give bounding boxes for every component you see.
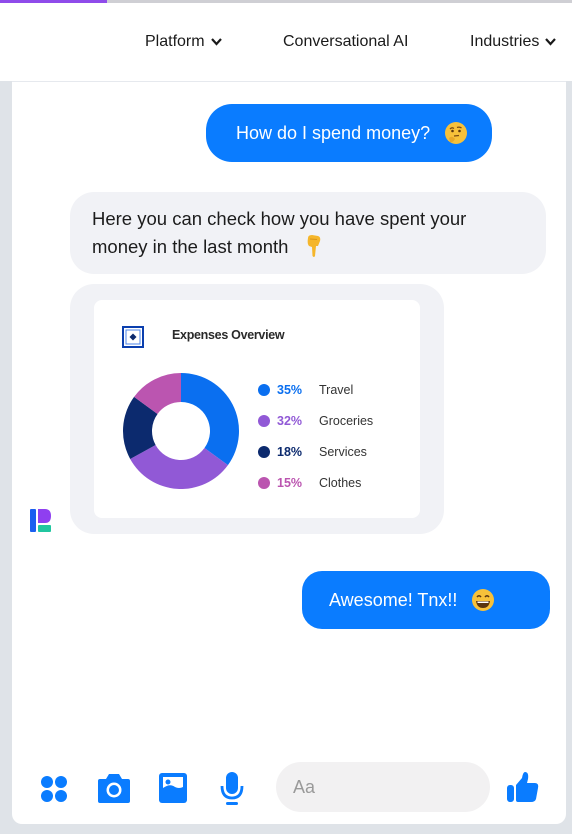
legend-item-travel: 35% Travel	[258, 374, 373, 405]
nav-item-label: Industries	[470, 33, 540, 50]
top-navigation: Platform Conversational AI Industries	[0, 3, 572, 81]
legend-label: Groceries	[319, 413, 374, 428]
donut-chart	[123, 373, 239, 489]
image-icon[interactable]	[158, 772, 188, 804]
square-dot-icon	[122, 326, 144, 348]
legend-percent: 15%	[277, 475, 303, 490]
grinning-face-emoji-icon	[472, 589, 495, 611]
legend-percent: 35%	[277, 382, 303, 397]
legend-dot	[258, 476, 270, 489]
legend-dot	[258, 383, 270, 396]
pointing-down-emoji-icon	[307, 235, 320, 257]
bot-logo-avatar-icon	[30, 509, 51, 532]
user-message: Awesome! Tnx!!	[302, 571, 550, 629]
legend-label: Travel	[319, 382, 354, 397]
legend-item-services: 18% Services	[258, 436, 373, 467]
microphone-icon[interactable]	[219, 771, 245, 807]
nav-item-industries[interactable]: Industries	[470, 33, 557, 51]
legend-percent: 18%	[277, 444, 303, 459]
bot-message: Here you can check how you have spent yo…	[70, 192, 546, 274]
expenses-overview-card: Expenses Overview 35% Travel 32% Groceries 1…	[94, 300, 420, 518]
camera-icon[interactable]	[97, 772, 131, 804]
chevron-down-icon	[545, 38, 557, 46]
message-input[interactable]	[276, 762, 490, 812]
legend-percent: 32%	[277, 413, 303, 428]
message-text: Awesome! Tnx!!	[329, 589, 458, 610]
thumbs-up-icon[interactable]	[506, 770, 540, 804]
apps-icon[interactable]	[39, 774, 69, 804]
nav-item-conversational-ai[interactable]: Conversational AI	[283, 33, 408, 51]
legend-item-clothes: 15% Clothes	[258, 467, 373, 498]
user-message: How do I spend money?	[206, 104, 493, 162]
card-title: Expenses Overview	[172, 328, 285, 342]
nav-item-platform[interactable]: Platform	[145, 33, 223, 51]
legend-label: Clothes	[319, 475, 362, 490]
bot-card-message: Expenses Overview 35% Travel 32% Groceries 1…	[70, 284, 444, 534]
chat-window: How do I spend money? Here you can check…	[12, 81, 566, 824]
legend-dot	[258, 445, 270, 458]
message-text: How do I spend money?	[236, 122, 431, 143]
legend-dot	[258, 414, 270, 427]
legend-item-groceries: 32% Groceries	[258, 405, 373, 436]
nav-item-label: Conversational AI	[283, 33, 409, 50]
donut-slice-travel	[181, 373, 239, 466]
message-text: Here you can check how you have spent yo…	[92, 208, 467, 257]
thinking-face-emoji-icon	[445, 122, 468, 144]
legend-label: Services	[319, 444, 367, 459]
chart-legend: 35% Travel 32% Groceries 18% Services 15% Cloth…	[258, 374, 373, 498]
chevron-down-icon	[210, 38, 222, 46]
message-composer	[12, 742, 566, 822]
nav-item-label: Platform	[145, 33, 205, 50]
